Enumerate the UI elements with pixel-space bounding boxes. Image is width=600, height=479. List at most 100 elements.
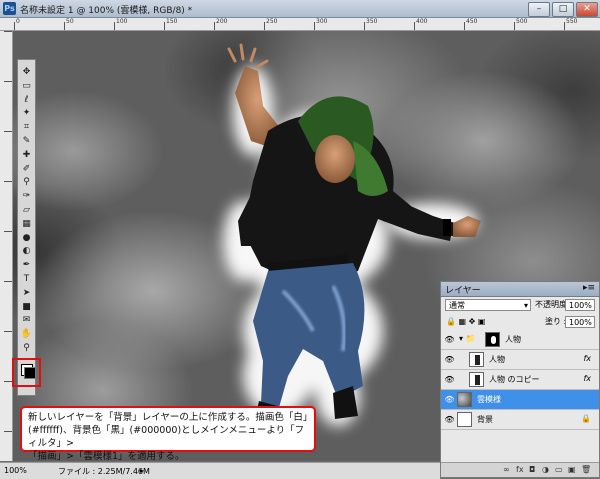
magic-wand-icon[interactable]: ✦ xyxy=(20,107,33,119)
layer-action-icon[interactable]: ▣ xyxy=(568,465,576,474)
layers-panel-footer: ∞ fx ◘ ◑ ▭ ▣ 🗑 xyxy=(441,462,599,477)
ruler-tick xyxy=(464,22,465,30)
history-brush-icon[interactable]: ✑ xyxy=(20,190,33,202)
minimize-button[interactable]: – xyxy=(528,2,550,17)
ruler-tick-label: 50 xyxy=(66,18,74,25)
ruler-tick-label: 350 xyxy=(366,18,378,25)
lasso-icon[interactable]: ℓ xyxy=(20,94,33,106)
type-icon[interactable]: T xyxy=(20,273,33,285)
ruler-tick xyxy=(564,22,565,30)
eye-icon[interactable]: 👁 xyxy=(444,375,455,384)
layer-row[interactable]: 👁 人物 fx xyxy=(441,350,599,370)
photoshop-app-icon: Ps xyxy=(3,2,16,15)
file-info: ファイル : 2.25M/7.46M xyxy=(58,467,150,476)
ruler-tick xyxy=(4,331,12,332)
eraser-icon[interactable]: ▱ xyxy=(20,204,33,216)
fill-input[interactable]: 100% xyxy=(565,316,595,328)
layers-panel: レイヤー ▸≡ 通常 ▾ 不透明度 : 100% 🔒 ▦ ✥ ▣ 塗り : 10… xyxy=(440,281,600,478)
ruler-tick xyxy=(4,431,12,432)
lock-icon: 🔒 xyxy=(581,414,591,423)
caption-line-2: (#ffffff)、背景色「黒」(#000000)としメインメニューより「フィル… xyxy=(28,425,305,449)
layer-name: 人物 のコピー xyxy=(489,375,540,384)
healing-icon[interactable]: ✚ xyxy=(20,149,33,161)
brush-icon[interactable]: ✐ xyxy=(20,163,33,175)
eye-icon[interactable]: 👁 xyxy=(444,355,455,364)
lock-icons[interactable]: 🔒 ▦ ✥ ▣ xyxy=(446,316,485,328)
dodge-icon[interactable]: ◐ xyxy=(20,245,33,257)
layer-name: 人物 xyxy=(489,355,505,364)
ruler-tick xyxy=(4,31,12,32)
path-select-icon[interactable]: ➤ xyxy=(20,287,33,299)
ruler-tick-label: 100 xyxy=(116,18,128,25)
layer-action-icon[interactable]: ▭ xyxy=(555,465,563,474)
marquee-icon[interactable]: ▭ xyxy=(20,80,33,92)
shape-icon[interactable]: ■ xyxy=(20,301,33,313)
ruler-tick xyxy=(514,22,515,30)
ruler-tick xyxy=(264,22,265,30)
ruler-tick xyxy=(164,22,165,30)
layer-name: 人物 xyxy=(505,335,521,344)
eye-icon[interactable]: 👁 xyxy=(444,335,455,344)
eye-icon[interactable]: 👁 xyxy=(444,395,455,404)
ruler-tick-label: 300 xyxy=(316,18,328,25)
horizontal-ruler[interactable]: 0 50 100 150 200 250 300 350 400 450 500 550 xyxy=(0,18,600,31)
layers-panel-header: レイヤー ▸≡ xyxy=(441,282,599,297)
ruler-tick-label: 500 xyxy=(516,18,528,25)
layer-thumbnail xyxy=(469,352,484,367)
layer-thumbnail xyxy=(469,372,484,387)
vertical-ruler[interactable] xyxy=(0,31,13,461)
layer-action-icon[interactable]: 🗑 xyxy=(581,465,591,474)
ruler-tick xyxy=(4,131,12,132)
maximize-button[interactable]: □ xyxy=(552,2,574,17)
layer-row[interactable]: 👁 背景 🔒 xyxy=(441,410,599,430)
layer-action-icon[interactable]: ◑ xyxy=(542,465,549,474)
layer-row-group[interactable]: 👁 ▾ 📁 人物 xyxy=(441,330,599,350)
blend-mode-select[interactable]: 通常 ▾ xyxy=(445,299,531,311)
group-toggle-icon[interactable]: ▾ 📁 xyxy=(459,334,476,343)
layer-action-icon[interactable]: ∞ xyxy=(503,465,510,474)
stamp-icon[interactable]: ⚲ xyxy=(20,176,33,188)
hand-icon[interactable]: ✋ xyxy=(20,328,33,340)
fx-icon[interactable]: fx xyxy=(583,354,591,363)
eye-icon[interactable]: 👁 xyxy=(444,415,455,424)
ruler-tick xyxy=(4,181,12,182)
zoom-icon[interactable]: ⚲ xyxy=(20,342,33,354)
panel-menu-icon[interactable]: ▸≡ xyxy=(583,283,595,293)
ruler-tick-label: 150 xyxy=(166,18,178,25)
ruler-tick xyxy=(364,22,365,30)
layer-action-icon[interactable]: fx xyxy=(516,465,524,474)
layer-name: 雲模様 xyxy=(477,395,501,404)
ruler-tick xyxy=(4,81,12,82)
window-title-bar: Ps 名称未設定 1 @ 100% (雲模様, RGB/8) * – □ ✕ xyxy=(0,0,600,18)
layer-mask-thumbnail xyxy=(485,332,500,347)
layer-row[interactable]: 👁 人物 のコピー fx xyxy=(441,370,599,390)
ruler-tick xyxy=(114,22,115,30)
move-icon[interactable]: ✥ xyxy=(20,66,33,78)
close-button[interactable]: ✕ xyxy=(576,2,598,17)
ruler-tick xyxy=(64,22,65,30)
layer-row-active[interactable]: 👁 雲模様 xyxy=(441,390,599,410)
ruler-tick xyxy=(4,281,12,282)
layer-action-icon[interactable]: ◘ xyxy=(529,465,535,474)
opacity-input[interactable]: 100% xyxy=(565,299,595,311)
instruction-caption: 新しいレイヤーを「背景」レイヤーの上に作成する。描画色「白」 (#ffffff)… xyxy=(20,406,316,462)
layers-panel-title: レイヤー xyxy=(445,286,481,296)
status-arrow-icon[interactable]: ▸ xyxy=(140,466,144,475)
status-bar: 100% ファイル : 2.25M/7.46M ▸ xyxy=(0,462,440,479)
ruler-tick xyxy=(4,381,12,382)
crop-icon[interactable]: ⌗ xyxy=(20,121,33,133)
ruler-tick xyxy=(214,22,215,30)
eyedropper-icon[interactable]: ✎ xyxy=(20,135,33,147)
color-swatch-highlight xyxy=(12,358,41,387)
fx-icon[interactable]: fx xyxy=(583,374,591,383)
ruler-tick xyxy=(4,231,12,232)
ruler-tick xyxy=(414,22,415,30)
ruler-tick-label: 450 xyxy=(466,18,478,25)
notes-icon[interactable]: ✉ xyxy=(20,314,33,326)
pen-icon[interactable]: ✒ xyxy=(20,259,33,271)
blur-icon[interactable]: ● xyxy=(20,232,33,244)
tools-panel: ✥ ▭ ℓ ✦ ⌗ ✎ ✚ ✐ ⚲ ✑ ▱ ▦ ● ◐ ✒ T ➤ ■ ✉ ✋ ⚲ xyxy=(17,59,36,396)
zoom-level[interactable]: 100% xyxy=(4,466,27,475)
gradient-icon[interactable]: ▦ xyxy=(20,218,33,230)
layer-name: 背景 xyxy=(477,415,493,424)
